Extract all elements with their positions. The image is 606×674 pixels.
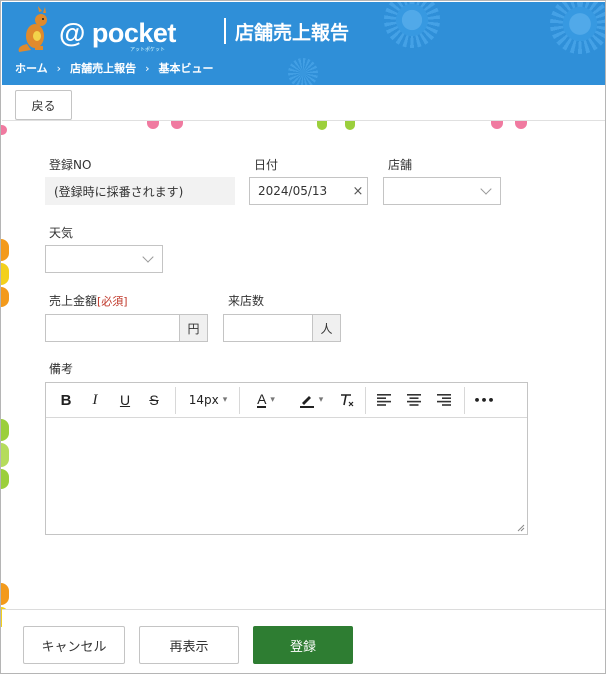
notes-textarea[interactable]: [46, 418, 527, 534]
decorative-petal: [147, 121, 159, 129]
registration-no-label: 登録NO: [49, 158, 92, 172]
decorative-flower: [384, 2, 440, 48]
breadcrumb-separator: ›: [145, 61, 150, 75]
decorative-petal: [1, 125, 7, 135]
back-button[interactable]: 戻る: [15, 90, 72, 120]
underline-button[interactable]: U: [113, 383, 137, 417]
decorative-flower: [288, 58, 318, 85]
decorative-petal: [1, 469, 9, 489]
sales-amount-label: 売上金額[必須]: [49, 292, 128, 309]
highlight-pen-icon: [299, 396, 314, 408]
breadcrumb-basic-view: 基本ビュー: [158, 62, 214, 75]
more-button[interactable]: •••: [471, 383, 497, 417]
notes-label: 備考: [49, 362, 74, 376]
more-icon: •••: [473, 393, 495, 407]
date-field[interactable]: 2024/05/13 ×: [249, 177, 368, 205]
align-right-icon: [437, 394, 451, 406]
decorative-petal: [1, 263, 9, 285]
redisplay-button[interactable]: 再表示: [139, 626, 239, 664]
registration-no-value: (登録時に採番されます): [45, 177, 235, 205]
editor-toolbar: B I U S 14px ▾ A ▾ ▾ •••: [46, 383, 527, 418]
decorative-petal: [171, 121, 183, 129]
required-badge: [必須]: [97, 295, 128, 308]
text-color-button[interactable]: A ▾: [246, 383, 286, 417]
person-unit: 人: [312, 315, 340, 341]
notes-editor: B I U S 14px ▾ A ▾ ▾ •••: [45, 382, 528, 535]
register-button[interactable]: 登録: [253, 626, 353, 664]
resize-handle-icon[interactable]: [517, 524, 525, 532]
weather-select[interactable]: [45, 245, 163, 273]
decorative-petal: [1, 419, 9, 441]
chevron-down-icon: ▾: [318, 395, 324, 405]
toolbar-divider: [365, 387, 366, 414]
clear-format-button[interactable]: [334, 383, 360, 417]
font-size-value: 14px: [188, 393, 219, 407]
font-size-select[interactable]: 14px ▾: [182, 383, 234, 417]
breadcrumb: ホーム › 店舗売上報告 › 基本ビュー: [15, 60, 213, 76]
visitors-label: 来店数: [228, 294, 265, 308]
align-center-button[interactable]: [402, 383, 426, 417]
bold-button[interactable]: B: [54, 383, 78, 417]
chevron-down-icon: ▾: [270, 395, 275, 405]
italic-button[interactable]: I: [83, 383, 107, 417]
decorative-petal: [1, 239, 9, 261]
decorative-petal: [1, 583, 9, 605]
decorative-flower: [550, 2, 605, 54]
decorative-petal: [1, 287, 9, 307]
highlight-button[interactable]: ▾: [290, 383, 332, 417]
kangaroo-logo-icon: [18, 6, 47, 52]
clear-format-icon: [341, 394, 354, 407]
chevron-down-icon: [480, 183, 492, 195]
store-select[interactable]: [383, 177, 501, 205]
toolbar: 戻る: [2, 85, 605, 121]
strikethrough-button[interactable]: S: [142, 383, 166, 417]
visitors-input[interactable]: 人: [223, 314, 341, 342]
store-label: 店舗: [388, 158, 413, 172]
sales-amount-label-text: 売上金額: [49, 294, 98, 308]
toolbar-divider: [239, 387, 240, 414]
align-right-button[interactable]: [432, 383, 456, 417]
decorative-petal: [515, 121, 527, 129]
align-left-icon: [377, 394, 391, 406]
toolbar-divider: [175, 387, 176, 414]
decorative-petal: [317, 121, 327, 130]
text-color-icon: A: [257, 391, 267, 408]
breadcrumb-store-sales[interactable]: 店舗売上報告: [70, 60, 136, 76]
align-left-button[interactable]: [372, 383, 396, 417]
breadcrumb-home[interactable]: ホーム: [15, 60, 48, 76]
app-subtitle: アットポケット: [130, 47, 166, 53]
header: @ pocket アットポケット 店舗売上報告 ホーム › 店舗売上報告 › 基…: [2, 2, 605, 85]
decorative-petal: [1, 443, 9, 467]
clear-icon[interactable]: ×: [349, 184, 367, 199]
date-value: 2024/05/13: [258, 184, 328, 198]
date-label: 日付: [254, 158, 279, 172]
footer: キャンセル 再表示 登録: [2, 609, 605, 673]
sales-amount-input[interactable]: 円: [45, 314, 208, 342]
yen-unit: 円: [179, 315, 207, 341]
align-center-icon: [407, 394, 421, 406]
chevron-down-icon: [142, 251, 154, 263]
chevron-down-icon: ▾: [222, 395, 228, 405]
weather-label: 天気: [49, 226, 74, 240]
app-name: @ pocket: [59, 18, 176, 48]
toolbar-divider: [464, 387, 465, 414]
app-window: @ pocket アットポケット 店舗売上報告 ホーム › 店舗売上報告 › 基…: [0, 0, 606, 674]
title-divider: [224, 18, 226, 44]
decorative-petal: [345, 121, 355, 130]
cancel-button[interactable]: キャンセル: [23, 626, 125, 664]
page-title: 店舗売上報告: [235, 22, 350, 44]
decorative-petal: [491, 121, 503, 129]
breadcrumb-separator: ›: [56, 61, 62, 75]
